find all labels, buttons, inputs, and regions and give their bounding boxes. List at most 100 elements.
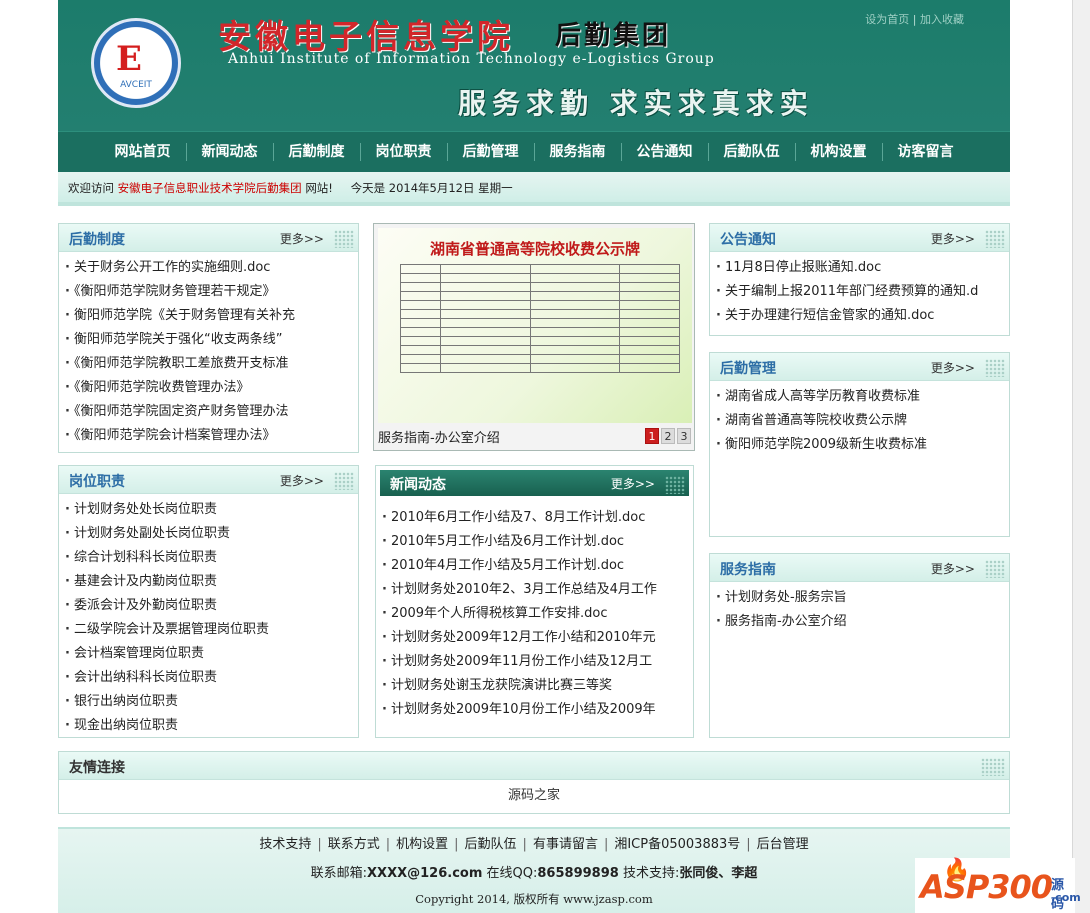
list-item[interactable]: 会计出纳科科长岗位职责 xyxy=(65,666,358,690)
dots-decoration-icon xyxy=(665,476,685,494)
list-item[interactable]: 计划财务处处长岗位职责 xyxy=(65,498,358,522)
list-item[interactable]: 衡阳师范学院《关于财务管理有关补充 xyxy=(65,304,358,328)
list-item[interactable]: 关于办理建行短信金管家的通知.doc xyxy=(716,304,1009,328)
friend-links-header: 友情连接 xyxy=(59,752,1009,780)
list-item[interactable]: 计划财务处2009年11月份工作小结及12月工 xyxy=(382,650,693,674)
list-item[interactable]: 银行出纳岗位职责 xyxy=(65,690,358,714)
tech-names: 张同俊、李超 xyxy=(679,866,758,881)
box-header: 后勤管理 更多>> xyxy=(710,353,1009,381)
copyright: Copyright 2014, 版权所有 www.jzasp.com xyxy=(415,892,653,906)
list-item[interactable]: 计划财务处谢玉龙获院演讲比赛三等奖 xyxy=(382,674,693,698)
list-item[interactable]: 2010年6月工作小结及7、8月工作计划.doc xyxy=(382,506,693,530)
contact-email: XXXX@126.com xyxy=(367,866,483,881)
list-item[interactable]: 关于财务公开工作的实施细则.doc xyxy=(65,256,358,280)
footer-link-tech-support[interactable]: 技术支持 xyxy=(259,837,311,852)
news-list: 2010年6月工作小结及7、8月工作计划.doc 2010年5月工作小结及6月工… xyxy=(376,500,693,722)
more-link[interactable]: 更多>> xyxy=(931,230,975,247)
more-link[interactable]: 更多>> xyxy=(931,560,975,577)
tech-label: 技术支持: xyxy=(622,866,680,881)
slide-page-2[interactable]: 2 xyxy=(661,428,675,444)
box-announcements: 公告通知 更多>> 11月8日停止报账通知.doc 关于编制上报2011年部门经… xyxy=(709,223,1010,336)
list-item[interactable]: 湖南省普通高等院校收费公示牌 xyxy=(716,409,1009,433)
image-slideshow: 湖南省普通高等院校收费公示牌 服务指南-办公室介绍 1 2 3 xyxy=(373,223,695,451)
box-news: 新闻动态 更多>> 2010年6月工作小结及7、8月工作计划.doc 2010年… xyxy=(375,465,694,738)
slide-pager: 1 2 3 xyxy=(645,428,691,444)
content-area: 后勤制度 更多>> 关于财务公开工作的实施细则.doc 《衡阳师范学院财务管理若… xyxy=(58,0,1010,913)
rules-list: 关于财务公开工作的实施细则.doc 《衡阳师范学院财务管理若干规定》 衡阳师范学… xyxy=(59,252,358,448)
list-item[interactable]: 关于编制上报2011年部门经费预算的通知.d xyxy=(716,280,1009,304)
list-item[interactable]: 委派会计及外勤岗位职责 xyxy=(65,594,358,618)
footer-separator: | xyxy=(746,837,751,852)
friend-links: 友情连接 源码之家 xyxy=(58,751,1010,814)
list-item[interactable]: 《衡阳师范学院财务管理若干规定》 xyxy=(65,280,358,304)
footer-link-admin[interactable]: 后台管理 xyxy=(757,837,809,852)
footer-separator: | xyxy=(454,837,459,852)
box-title: 后勤管理 xyxy=(720,361,776,377)
list-item[interactable]: 计划财务处2009年12月工作小结和2010年元 xyxy=(382,626,693,650)
list-item[interactable]: 2010年4月工作小结及5月工作计划.doc xyxy=(382,554,693,578)
box-header: 岗位职责 更多>> xyxy=(59,466,358,494)
list-item[interactable]: 《衡阳师范学院会计档案管理办法》 xyxy=(65,424,358,448)
dots-decoration-icon xyxy=(985,359,1005,377)
list-item[interactable]: 《衡阳师范学院固定资产财务管理办法 xyxy=(65,400,358,424)
more-link[interactable]: 更多>> xyxy=(611,475,655,492)
service-guide-list: 计划财务处-服务宗旨 服务指南-办公室介绍 xyxy=(710,582,1009,634)
list-item[interactable]: 11月8日停止报账通知.doc xyxy=(716,256,1009,280)
contact-qq: 865899898 xyxy=(537,866,619,881)
more-link[interactable]: 更多>> xyxy=(280,230,324,247)
list-item[interactable]: 综合计划科科长岗位职责 xyxy=(65,546,358,570)
email-label: 联系邮箱: xyxy=(310,866,368,881)
box-logistics-rules: 后勤制度 更多>> 关于财务公开工作的实施细则.doc 《衡阳师范学院财务管理若… xyxy=(58,223,359,453)
footer-separator: | xyxy=(385,837,391,852)
list-item[interactable]: 计划财务处副处长岗位职责 xyxy=(65,522,358,546)
more-link[interactable]: 更多>> xyxy=(931,359,975,376)
box-logistics-management: 后勤管理 更多>> 湖南省成人高等学历教育收费标准 湖南省普通高等院校收费公示牌… xyxy=(709,352,1010,537)
box-title: 新闻动态 xyxy=(390,477,446,493)
friend-link-yuanma[interactable]: 源码之家 xyxy=(508,788,560,803)
friend-links-title: 友情连接 xyxy=(69,760,125,776)
notice-board-title: 湖南省普通高等院校收费公示牌 xyxy=(429,240,640,258)
list-item[interactable]: 计划财务处2010年2、3月工作总结及4月工作 xyxy=(382,578,693,602)
slide-image[interactable]: 湖南省普通高等院校收费公示牌 xyxy=(378,228,692,423)
list-item[interactable]: 基建会计及内勤岗位职责 xyxy=(65,570,358,594)
box-header: 服务指南 更多>> xyxy=(710,554,1009,582)
dots-decoration-icon xyxy=(334,230,354,248)
slide-caption[interactable]: 服务指南-办公室介绍 xyxy=(378,427,500,446)
footer-link-organization[interactable]: 机构设置 xyxy=(396,837,448,852)
watermark-brand: ASP300 xyxy=(920,868,1053,906)
vertical-scrollbar[interactable] xyxy=(1072,0,1090,913)
footer-separator: | xyxy=(522,837,527,852)
footer-link-team[interactable]: 后勤队伍 xyxy=(465,837,517,852)
list-item[interactable]: 湖南省成人高等学历教育收费标准 xyxy=(716,385,1009,409)
footer-link-contact[interactable]: 联系方式 xyxy=(328,837,380,852)
box-header: 公告通知 更多>> xyxy=(710,224,1009,252)
dots-decoration-icon xyxy=(985,560,1005,578)
list-item[interactable]: 现金出纳岗位职责 xyxy=(65,714,358,738)
footer-link-guestbook[interactable]: 有事请留言 xyxy=(533,837,598,852)
list-item[interactable]: 计划财务处2009年10月份工作小结及2009年 xyxy=(382,698,693,722)
list-item[interactable]: 服务指南-办公室介绍 xyxy=(716,610,1009,634)
more-link[interactable]: 更多>> xyxy=(280,472,324,489)
list-item[interactable]: 衡阳师范学院2009级新生收费标准 xyxy=(716,433,1009,457)
box-title: 岗位职责 xyxy=(69,474,125,490)
slide-page-3[interactable]: 3 xyxy=(677,428,691,444)
box-title: 服务指南 xyxy=(720,562,776,578)
dots-decoration-icon xyxy=(981,758,1005,776)
asp300-watermark: 🔥 ASP300 源码 .com xyxy=(915,858,1081,913)
list-item[interactable]: 会计档案管理岗位职责 xyxy=(65,642,358,666)
list-item[interactable]: 《衡阳师范学院收费管理办法》 xyxy=(65,376,358,400)
announcements-list: 11月8日停止报账通知.doc 关于编制上报2011年部门经费预算的通知.d 关… xyxy=(710,252,1009,328)
notice-fee-table xyxy=(400,264,680,373)
dots-decoration-icon xyxy=(985,230,1005,248)
list-item[interactable]: 衡阳师范学院关于强化“收支两条线” xyxy=(65,328,358,352)
box-title: 公告通知 xyxy=(720,232,776,248)
slide-page-1[interactable]: 1 xyxy=(645,428,659,444)
list-item[interactable]: 《衡阳师范学院教职工差旅费开支标准 xyxy=(65,352,358,376)
footer-separator: | xyxy=(603,837,609,852)
footer-link-icp[interactable]: 湘ICP备05003883号 xyxy=(614,837,740,852)
list-item[interactable]: 二级学院会计及票据管理岗位职责 xyxy=(65,618,358,642)
management-list: 湖南省成人高等学历教育收费标准 湖南省普通高等院校收费公示牌 衡阳师范学院200… xyxy=(710,381,1009,457)
list-item[interactable]: 2010年5月工作小结及6月工作计划.doc xyxy=(382,530,693,554)
list-item[interactable]: 计划财务处-服务宗旨 xyxy=(716,586,1009,610)
list-item[interactable]: 2009年个人所得税核算工作安排.doc xyxy=(382,602,693,626)
